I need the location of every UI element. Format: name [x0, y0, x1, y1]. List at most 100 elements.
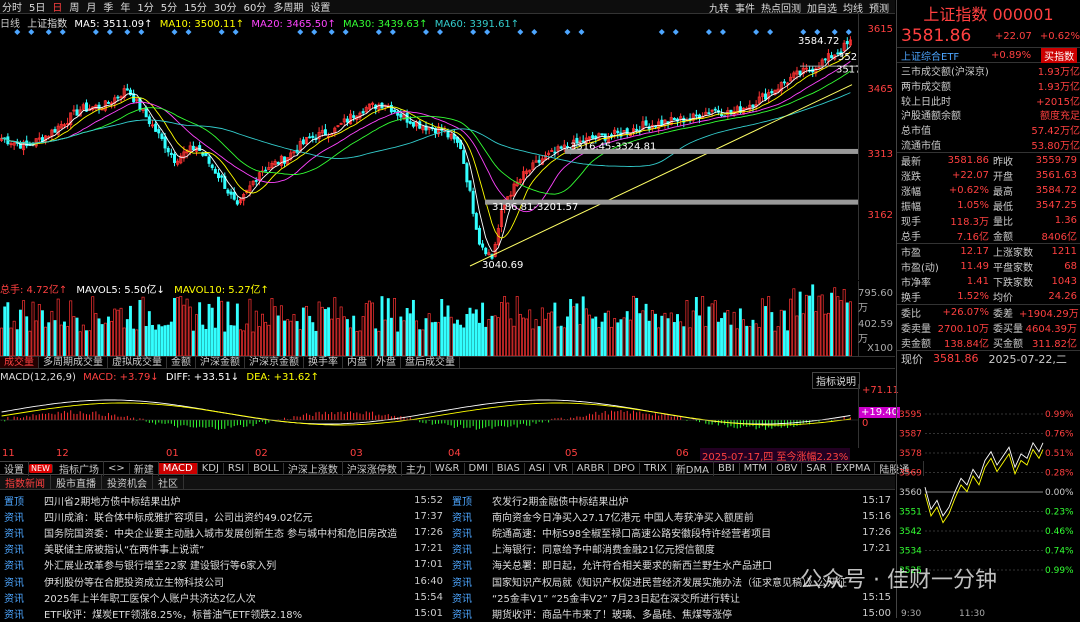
etf-row[interactable]: 上证综合ETF +0.89% 买指数 [897, 47, 1080, 63]
news-item[interactable]: 置顶 四川省2期地方债中标结果出炉 15:52 [0, 492, 445, 508]
indicator-tab[interactable]: 主力 [402, 460, 431, 476]
volume-bar [770, 312, 774, 357]
news-tab[interactable]: 社区 [153, 475, 184, 490]
news-item[interactable]: 资讯 伊利股份等在合肥投资成立生物科技公司 16:40 [0, 573, 445, 589]
indicator-tab[interactable]: 指标广场 [55, 460, 104, 476]
volume-bar [389, 317, 393, 357]
volume-bar [204, 328, 208, 357]
news-title[interactable]: 2025年上半年职工医保个人账户共济达2亿人次 [44, 590, 409, 605]
volume-tab[interactable]: 盘后成交量 [401, 357, 460, 368]
volume-tab[interactable]: 外盘 [372, 357, 401, 368]
etf-name[interactable]: 上证综合ETF [901, 48, 991, 63]
news-item[interactable]: 资讯 2025年上半年职工医保个人账户共济达2亿人次 15:54 [0, 589, 445, 605]
news-title[interactable]: 四川省2期地方债中标结果出炉 [44, 493, 409, 508]
buy-index-button[interactable]: 买指数 [1041, 47, 1078, 63]
period-tab[interactable]: 5日 [29, 0, 45, 14]
indicator-tab[interactable]: ASI [525, 462, 550, 474]
volume-tab[interactable]: 金额 [167, 357, 196, 368]
indicator-tab[interactable]: EXPMA [832, 462, 876, 474]
indicator-tab[interactable]: 沪深上涨数 [284, 460, 343, 476]
indicator-tab[interactable]: BBI [714, 462, 740, 474]
indicator-tab[interactable]: 新建 [130, 460, 159, 476]
period-tab[interactable]: 周 [69, 0, 79, 14]
toolbar-action[interactable]: 事件 [735, 0, 755, 15]
period-tab[interactable]: 多周期 [273, 0, 303, 14]
indicator-tab[interactable]: MACD [158, 462, 198, 474]
indicator-tab[interactable]: DPO [609, 462, 640, 474]
indicator-tab[interactable]: ARBR [573, 462, 610, 474]
event-markers[interactable] [14, 29, 852, 35]
candle-body [411, 121, 415, 127]
indicator-tab[interactable]: BOLL [249, 462, 284, 474]
news-item[interactable]: 资讯 ETF收评：煤炭ETF领涨8.25%，标普油气ETF领跌2.18% 15:01 [0, 605, 445, 621]
news-item[interactable]: 资讯 四川成渝：联合体中标成雅扩容项目，公司出资约49.02亿元 17:37 [0, 508, 445, 524]
period-tab[interactable]: 季 [103, 0, 113, 14]
volume-tab[interactable]: 沪深京金额 [245, 357, 304, 368]
news-title[interactable]: 上海银行：同意给予中邮消费金融21亿元授信额度 [492, 541, 857, 556]
volume-tab[interactable]: 换手率 [304, 357, 343, 368]
news-tab[interactable]: 投资机会 [102, 475, 153, 490]
stat-key: 沪股通额余额 [901, 111, 961, 123]
indicator-tab[interactable]: BIAS [493, 462, 525, 474]
period-tab[interactable]: 设置 [310, 0, 330, 14]
indicator-tab[interactable]: KDJ [198, 462, 224, 474]
candle-body [798, 70, 802, 76]
period-tab[interactable]: 5分 [161, 0, 177, 14]
news-title[interactable]: 期货收评：商品牛市来了！玻璃、多晶硅、焦煤等涨停 [492, 606, 857, 621]
quote-key: 委差 [993, 308, 1013, 320]
toolbar-action[interactable]: 加自选 [807, 0, 837, 15]
indicator-tab[interactable]: DMI [465, 462, 493, 474]
news-item[interactable]: 资讯 国务院国资委：中央企业要主动融入城市发展创新生态 参与城中村和危旧房改造 17… [0, 524, 445, 540]
indicator-tab[interactable]: SAR [802, 462, 832, 474]
indicator-tab[interactable]: 沪深涨停数 [343, 460, 402, 476]
news-title[interactable]: 农发行2期金融债中标结果出炉 [492, 493, 857, 508]
indicator-tab[interactable]: VR [550, 462, 573, 474]
period-tab[interactable]: 30分 [214, 0, 237, 14]
news-tab[interactable]: 指数新闻 [0, 475, 51, 490]
news-title[interactable]: 四川成渝：联合体中标成雅扩容项目，公司出资约49.02亿元 [44, 509, 409, 524]
news-item[interactable]: 资讯 外汇展业改革参与银行增至22家 建设银行等6家入列 17:01 [0, 557, 445, 573]
period-tab[interactable]: 日 [52, 0, 62, 14]
period-tab[interactable]: 月 [86, 0, 96, 14]
volume-tab[interactable]: 成交量 [0, 357, 39, 368]
news-title[interactable]: 伊利股份等在合肥投资成立生物科技公司 [44, 574, 409, 589]
period-tab[interactable]: 年 [120, 0, 130, 14]
toolbar-action[interactable]: 九转 [709, 0, 729, 15]
news-item[interactable]: 资讯 美联储主席被指认“在两件事上说谎” 17:21 [0, 541, 445, 557]
volume-tab[interactable]: 多周期成交量 [39, 357, 108, 368]
indicator-tab[interactable]: OBV [772, 462, 803, 474]
news-title[interactable]: 美联储主席被指认“在两件事上说谎” [44, 541, 409, 556]
news-title[interactable]: ETF收评：煤炭ETF领涨8.25%，标普油气ETF领跌2.18% [44, 606, 409, 621]
toolbar-action[interactable]: 均线 [843, 0, 863, 15]
kline-chart[interactable]: 3584.72 3316.45-3324.81 3186.81-3201.57 304… [0, 26, 858, 461]
news-item[interactable]: 资讯 期货收评：商品牛市来了！玻璃、多晶硅、焦煤等涨停 15:00 [448, 605, 893, 621]
indicator-tab[interactable]: W&R [431, 462, 465, 474]
indicator-tab[interactable]: <> [104, 462, 130, 474]
news-title[interactable]: 外汇展业改革参与银行增至22家 建设银行等6家入列 [44, 557, 409, 572]
volume-bar [751, 319, 755, 357]
volume-tab[interactable]: 虚拟成交量 [108, 357, 167, 368]
indicator-tab[interactable]: TRIX [640, 462, 672, 474]
news-title[interactable]: 南向资金今日净买入27.17亿港元 中国人寿获净买入额居前 [492, 509, 857, 524]
volume-tab[interactable]: 内盘 [343, 357, 372, 368]
indicator-tab[interactable]: 新DMA [672, 460, 714, 476]
indicator-tab[interactable]: MTM [740, 462, 773, 474]
toolbar-action[interactable]: 热点回测 [761, 0, 801, 15]
news-item[interactable]: 资讯 南向资金今日净买入27.17亿港元 中国人寿获净买入额居前 15:16 [448, 508, 893, 524]
news-title[interactable]: 国务院国资委：中央企业要主动融入城市发展创新生态 参与城中村和危旧房改造 [44, 525, 409, 540]
indicator-tab[interactable]: RSI [224, 462, 250, 474]
toolbar-action[interactable]: 预测 [869, 0, 889, 15]
news-title[interactable]: 皖通高速：中标S98全椒至禄口高速公路安徽段特许经营者项目 [492, 525, 857, 540]
period-tab[interactable]: 60分 [244, 0, 267, 14]
news-item[interactable]: 置顶 农发行2期金融债中标结果出炉 15:17 [448, 492, 893, 508]
news-tab[interactable]: 股市直播 [51, 475, 102, 490]
indicator-help-button[interactable]: 指标说明 [812, 372, 860, 389]
indicator-tab[interactable]: NEW [29, 463, 53, 473]
volume-tab[interactable]: 沪深金额 [196, 357, 245, 368]
period-tab[interactable]: 15分 [184, 0, 207, 14]
news-item[interactable]: 资讯 皖通高速：中标S98全椒至禄口高速公路安徽段特许经营者项目 17:26 [448, 524, 893, 540]
indicator-tab[interactable]: 设置 [0, 460, 29, 476]
period-tab[interactable]: 分时 [2, 0, 22, 14]
news-item[interactable]: 资讯 上海银行：同意给予中邮消费金融21亿元授信额度 17:21 [448, 541, 893, 557]
period-tab[interactable]: 1分 [137, 0, 153, 14]
